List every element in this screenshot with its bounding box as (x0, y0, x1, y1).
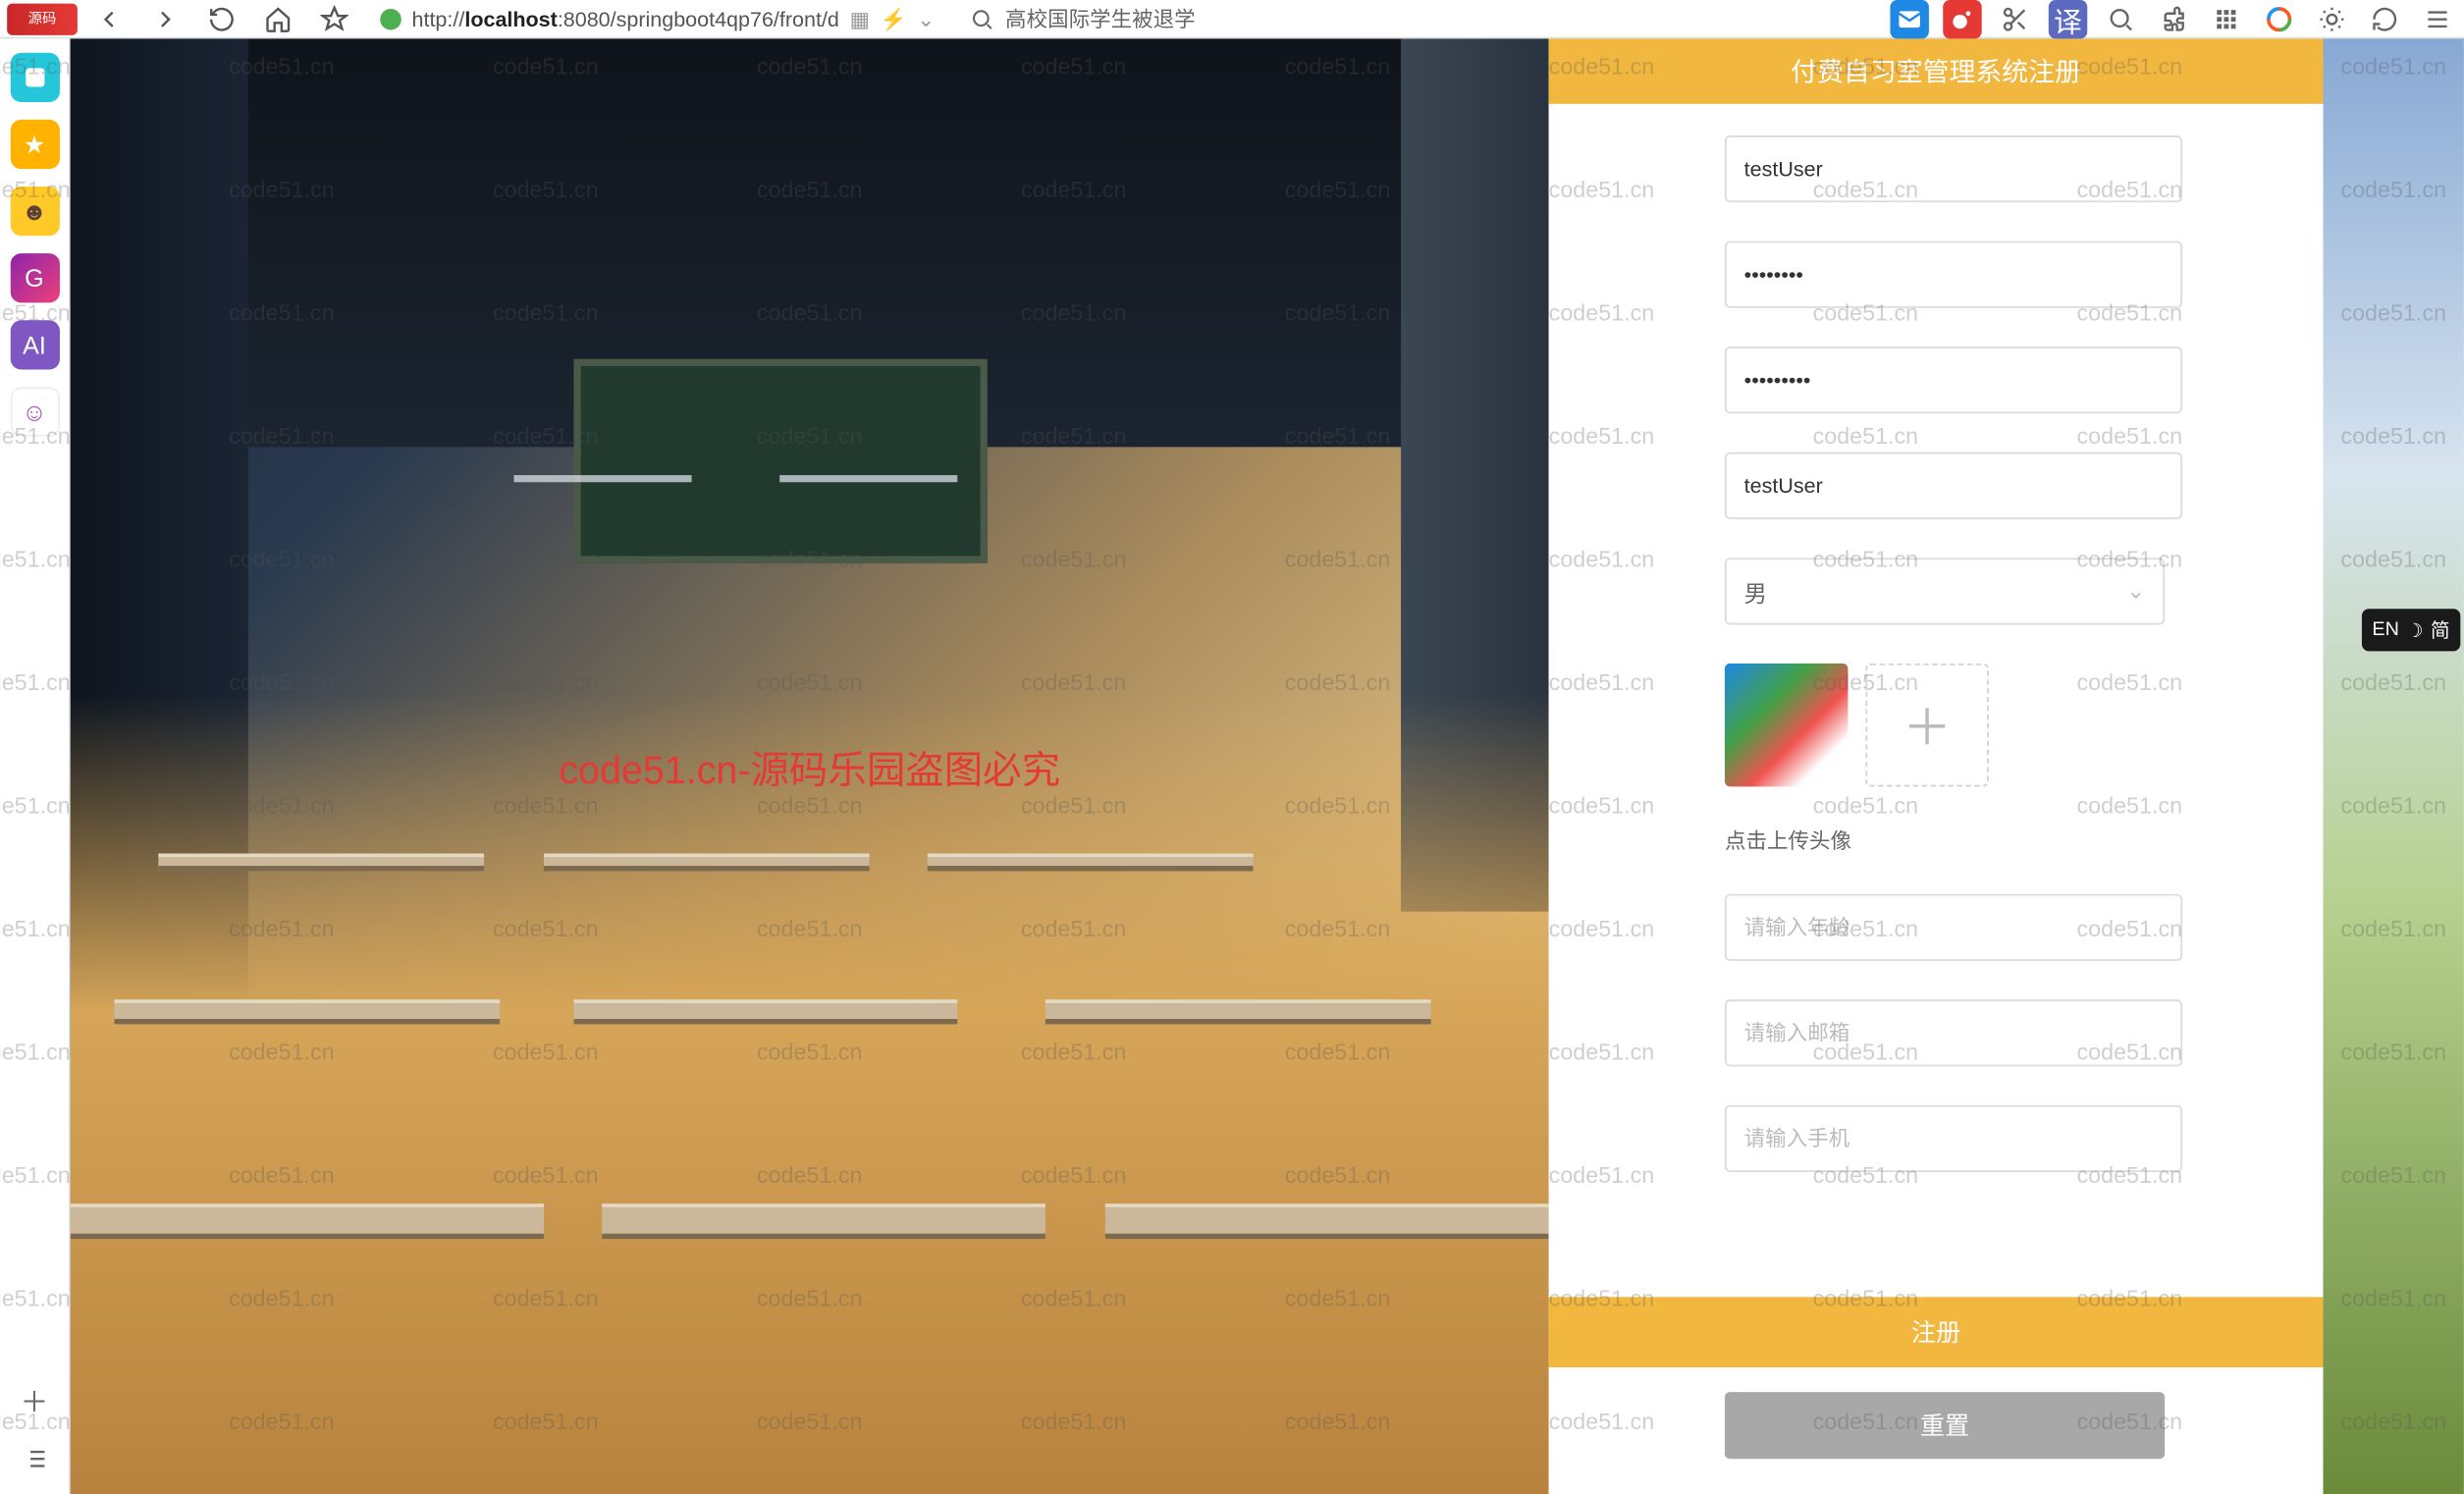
background-strip (2323, 38, 2463, 1494)
sidebar-list-button[interactable] (17, 1441, 52, 1476)
url-dropdown-icon[interactable]: ⌄ (917, 6, 935, 30)
age-input[interactable] (1725, 894, 2182, 961)
browser-tab[interactable]: 源码 (7, 3, 78, 34)
history-icon[interactable] (2366, 0, 2404, 38)
gender-selected-value: 男 (1744, 574, 1767, 608)
search-text: 高校国际学生被退学 (1005, 4, 1196, 33)
back-button[interactable] (84, 0, 134, 38)
favorite-button[interactable] (310, 0, 359, 38)
address-bar[interactable]: http://localhost:8080/springboot4qp76/fr… (366, 6, 949, 30)
apps-grid-icon[interactable] (2207, 0, 2245, 38)
username-input[interactable] (1725, 135, 2182, 202)
watermark-center: code51.cn-源码乐园盗图必究 (559, 738, 1060, 794)
reset-button[interactable]: 重置 (1725, 1392, 2165, 1459)
speed-icon[interactable]: ⚡ (881, 6, 907, 30)
ime-lang: EN (2372, 619, 2398, 641)
avatar-thumbnail[interactable] (1725, 664, 1848, 786)
home-button[interactable] (253, 0, 302, 38)
qr-icon[interactable]: ▦ (850, 6, 870, 30)
search-ext-icon[interactable] (2102, 0, 2140, 38)
weibo-icon[interactable] (1943, 0, 1981, 38)
sidebar-add-button[interactable]: ＋ (17, 1381, 52, 1416)
avatar-hint: 点击上传头像 (1725, 826, 2147, 855)
browser-sidebar: ★ ☻ G AI ☺ ＋ (0, 38, 71, 1494)
url-text: http://localhost:8080/springboot4qp76/fr… (412, 6, 839, 30)
extension-icon[interactable] (2154, 0, 2192, 38)
phone-input[interactable] (1725, 1105, 2182, 1172)
scissors-icon[interactable] (1996, 0, 2034, 38)
nickname-input[interactable] (1725, 453, 2182, 519)
sidebar-app-2[interactable]: ★ (10, 120, 59, 169)
sidebar-app-1[interactable] (10, 53, 59, 102)
sidebar-app-5[interactable]: AI (10, 320, 59, 369)
avatar-upload-button[interactable]: ＋ (1865, 664, 1988, 786)
theme-icon[interactable] (2313, 0, 2351, 38)
background-image: code51.cn-源码乐园盗图必究 (71, 38, 1549, 1494)
ime-indicator[interactable]: EN ☽ 简 (2362, 609, 2461, 651)
browser-search-box[interactable]: 高校国际学生被退学 (956, 4, 1273, 33)
panel-title: 付费自习室管理系统注册 (1549, 38, 2324, 103)
sidebar-app-4[interactable]: G (10, 253, 59, 302)
browser-toolbar: 源码 http://localhost:8080/springboot4qp76… (0, 0, 2464, 38)
search-icon (970, 6, 994, 30)
confirm-password-input[interactable] (1725, 347, 2182, 413)
mail-icon[interactable] (1890, 0, 1928, 38)
translate-icon[interactable]: 译 (2049, 0, 2087, 38)
gender-select[interactable]: 男 ⌄ (1725, 558, 2165, 624)
password-input[interactable] (1725, 241, 2182, 308)
sidebar-app-6[interactable]: ☺ (10, 387, 59, 436)
ime-mode: 简 (2431, 615, 2450, 644)
forward-button[interactable] (140, 0, 189, 38)
moon-icon: ☽ (2406, 618, 2424, 641)
menu-icon[interactable] (2418, 0, 2456, 38)
reload-button[interactable] (197, 0, 246, 38)
color-ring-icon[interactable] (2260, 0, 2298, 38)
register-panel: 付费自习室管理系统注册 男 ⌄ ＋ 点击上传头像 (1549, 38, 2324, 1494)
register-button[interactable]: 注册 (1549, 1297, 2324, 1367)
chevron-down-icon: ⌄ (2126, 577, 2146, 606)
site-secure-icon (380, 8, 402, 29)
sidebar-app-3[interactable]: ☻ (10, 187, 59, 236)
email-input[interactable] (1725, 999, 2182, 1066)
